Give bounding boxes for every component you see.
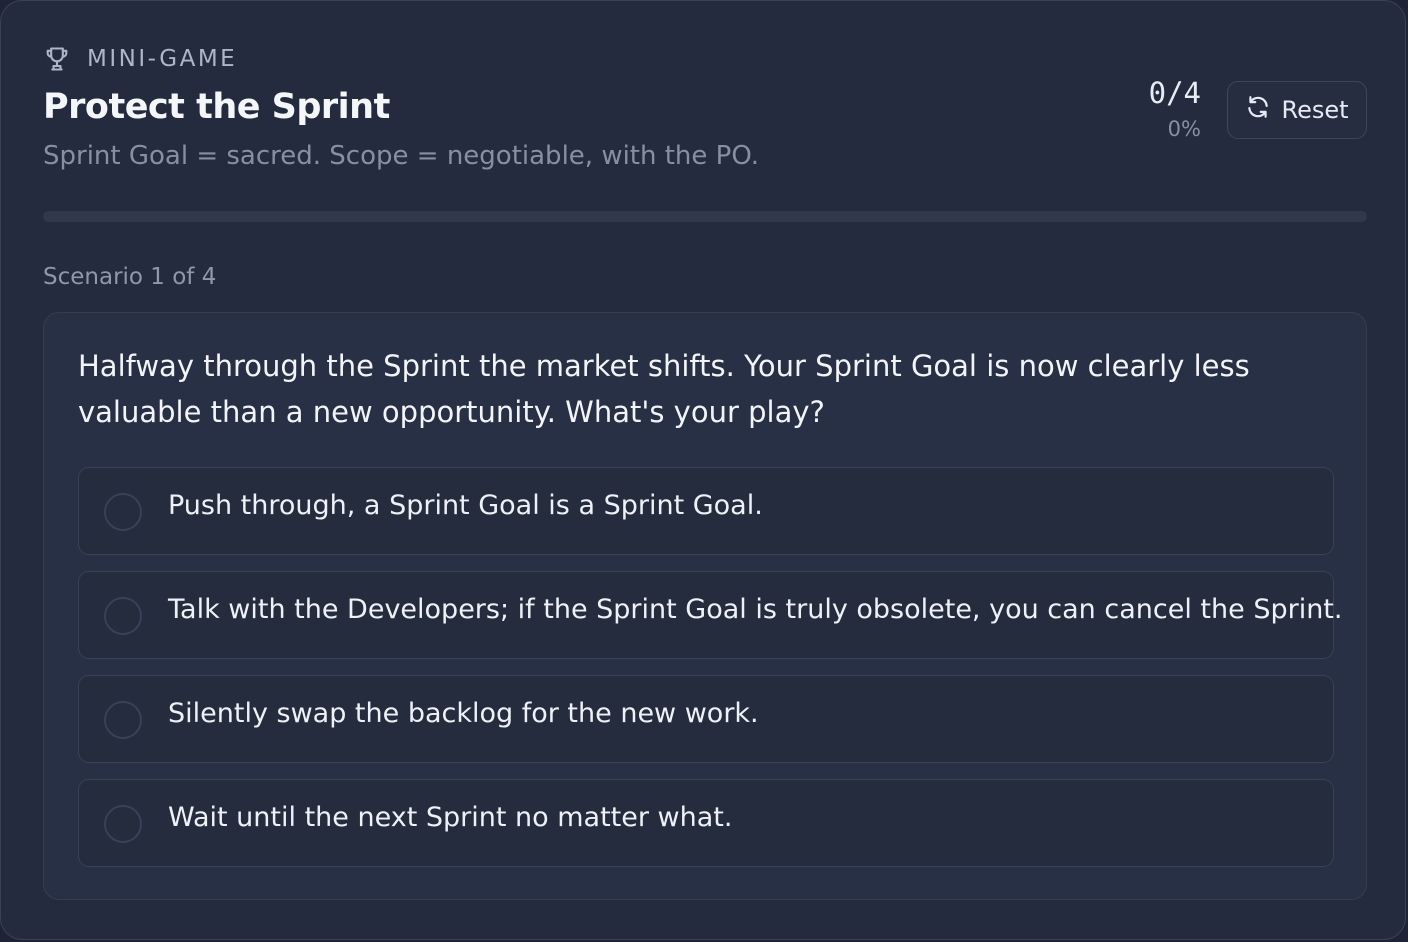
scenario-counter: Scenario 1 of 4 [43, 264, 217, 290]
answer-option-label: Wait until the next Sprint no matter wha… [168, 802, 733, 833]
mini-game-card: MINI-GAME Protect the Sprint Sprint Goal… [0, 0, 1406, 940]
eyebrow: MINI-GAME [43, 44, 237, 74]
eyebrow-label: MINI-GAME [87, 46, 238, 72]
radio-icon [104, 597, 142, 635]
answer-option[interactable]: Silently swap the backlog for the new wo… [78, 675, 1334, 763]
score-percent: 0% [1167, 117, 1201, 141]
radio-icon [104, 493, 142, 531]
reset-label: Reset [1281, 96, 1349, 124]
score-display: 0/4 0% [1149, 75, 1201, 141]
answer-option[interactable]: Push through, a Sprint Goal is a Sprint … [78, 467, 1334, 555]
game-title: Protect the Sprint [43, 87, 390, 127]
answer-option[interactable]: Wait until the next Sprint no matter wha… [78, 779, 1334, 867]
progress-bar [43, 211, 1367, 222]
refresh-icon [1245, 94, 1271, 126]
answer-option-label: Push through, a Sprint Goal is a Sprint … [168, 490, 763, 521]
game-subtitle: Sprint Goal = sacred. Scope = negotiable… [43, 141, 760, 171]
answer-option-label: Talk with the Developers; if the Sprint … [168, 594, 1343, 625]
question-text: Halfway through the Sprint the market sh… [78, 349, 1250, 429]
radio-icon [104, 805, 142, 843]
answer-option[interactable]: Talk with the Developers; if the Sprint … [78, 571, 1342, 659]
score-value: 0/4 [1148, 76, 1201, 110]
answer-option-label: Silently swap the backlog for the new wo… [168, 698, 759, 729]
radio-icon [104, 701, 142, 739]
trophy-icon [43, 45, 71, 73]
question-card: Halfway through the Sprint the market sh… [43, 312, 1367, 900]
game-header: MINI-GAME Protect the Sprint Sprint Goal… [43, 41, 1367, 181]
reset-button[interactable]: Reset [1227, 81, 1367, 139]
